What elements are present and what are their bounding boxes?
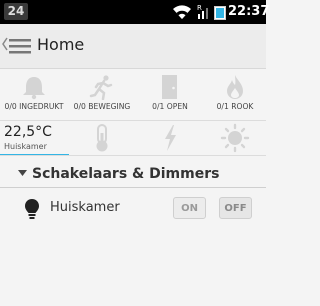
page-title[interactable]: Home (37, 35, 84, 55)
sensor-label: 0/1 OPEN (152, 102, 188, 111)
power-tab[interactable] (136, 121, 204, 155)
climate-row: 22,5°C Huiskamer (0, 121, 266, 156)
sensor-buttons[interactable]: 0/0 INGEDRUKT (0, 68, 68, 120)
sun-icon (220, 123, 250, 153)
sensor-smoke[interactable]: 0/1 ROOK (204, 68, 266, 120)
sensor-motion[interactable]: 0/0 BEWEGING (68, 68, 136, 120)
clock: 22:37 (228, 4, 270, 19)
flame-icon (227, 75, 243, 99)
sensor-label: 0/0 INGEDRUKT (4, 102, 64, 111)
lightning-icon (165, 125, 176, 151)
section-title: Schakelaars & Dimmers (32, 166, 220, 182)
section-header-switches[interactable]: Schakelaars & Dimmers (0, 161, 266, 188)
signal-bars-icon: R (197, 4, 208, 19)
light-bulb-icon (25, 199, 39, 219)
sensor-label: 0/1 ROOK (216, 102, 254, 111)
switch-row: Huiskamer ON OFF (0, 192, 266, 226)
door-icon (162, 75, 177, 99)
divider (0, 155, 266, 156)
thermometer-tab[interactable] (68, 121, 136, 155)
light-tab[interactable] (204, 121, 266, 155)
on-button[interactable]: ON (173, 197, 206, 219)
running-person-icon (89, 75, 113, 100)
temperature-value: 22,5°C (4, 124, 52, 140)
sensor-door[interactable]: 0/1 OPEN (136, 68, 204, 120)
hamburger-menu-icon[interactable] (9, 38, 31, 54)
temperature-tab[interactable]: 22,5°C Huiskamer (0, 121, 69, 156)
wifi-icon (173, 5, 191, 20)
triangle-down-icon (18, 170, 27, 176)
action-bar: Home (0, 24, 266, 69)
status-bar: 24 R 22:37 (0, 0, 270, 24)
temperature-room: Huiskamer (4, 142, 47, 151)
battery-icon (214, 6, 226, 20)
sensor-summary-row: 0/0 INGEDRUKT 0/0 BEWEGING 0/1 OPEN 0/1 … (0, 68, 266, 120)
svg-text:R: R (197, 4, 202, 12)
off-button[interactable]: OFF (219, 197, 252, 219)
switch-name: Huiskamer (50, 200, 120, 215)
thermometer-icon (96, 124, 108, 152)
sensor-label: 0/0 BEWEGING (73, 102, 131, 111)
bell-icon (23, 77, 45, 100)
chevron-left-icon[interactable] (2, 37, 8, 51)
notification-badge[interactable]: 24 (4, 3, 28, 20)
